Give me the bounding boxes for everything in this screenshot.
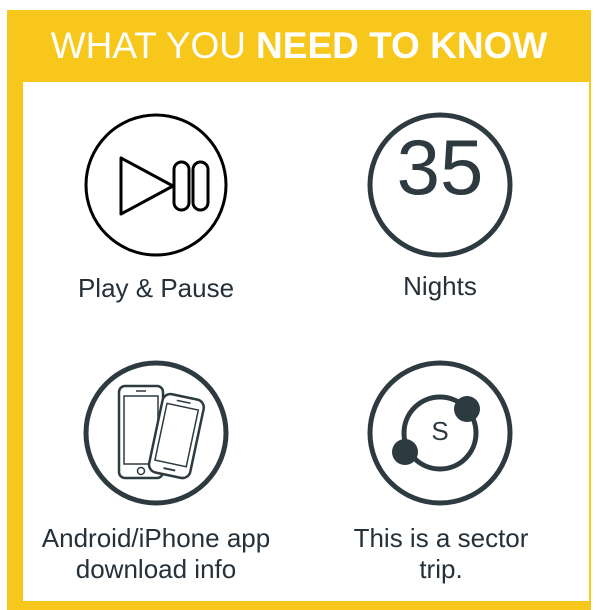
nights-number: 35 (365, 122, 515, 212)
header-title-bold: NEED TO KNOW (256, 25, 547, 67)
features-panel: Play & Pause 35 Nights Android/iPhone ap… (23, 82, 589, 601)
nights-counter-icon: 35 (365, 110, 515, 260)
header-title-light: WHAT YOU (51, 25, 246, 67)
sector-letter: S (420, 416, 460, 447)
nights-label: Nights (300, 271, 580, 302)
play-pause-label: Play & Pause (16, 273, 296, 304)
phones-icon (81, 358, 231, 508)
app-download-label: Android/iPhone app download info (15, 523, 297, 585)
play-pause-icon (81, 110, 231, 260)
section-header: WHAT YOU NEED TO KNOW (7, 10, 591, 82)
sector-trip-label: This is a sector trip. (351, 523, 531, 585)
sector-trip-icon: S (365, 358, 515, 508)
